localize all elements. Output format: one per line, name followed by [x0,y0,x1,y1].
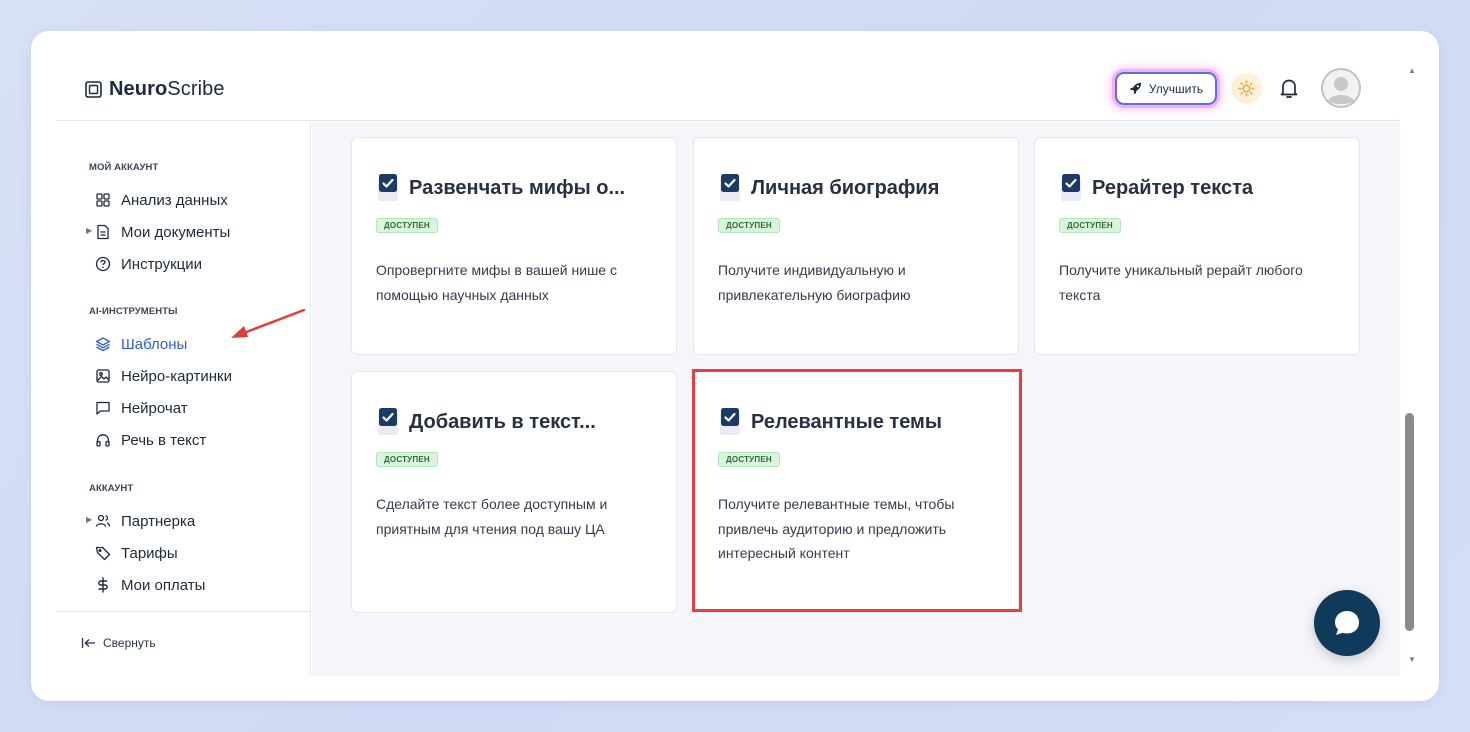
collapse-left-icon [81,638,95,648]
avatar[interactable] [1321,68,1361,108]
checkbox-note-icon [1061,174,1081,201]
sidebar-item-label: Тарифы [121,544,178,562]
sidebar-item-label: Мои документы [121,223,231,241]
status-badge: ДОСТУПЕН [376,452,438,467]
vertical-scrollbar[interactable]: ▲ ▼ [1400,57,1424,677]
card-title: Личная биография [751,176,940,199]
card-title: Развенчать мифы о... [409,176,626,199]
annotation-arrow-icon [231,308,306,338]
collapse-label: Свернуть [103,636,156,650]
sun-icon [1238,80,1255,97]
sidebar-item-templates[interactable]: Шаблоны [95,334,187,354]
upgrade-button[interactable]: Улучшить [1115,72,1217,105]
sidebar-divider [57,611,311,612]
template-card[interactable]: Личная биография ДОСТУПЕН Получите индив… [693,137,1019,355]
sidebar-item-partners[interactable]: Партнерка [95,511,195,531]
templates-grid: Развенчать мифы о... ДОСТУПЕН Опровергни… [312,122,1400,676]
checkbox-note-icon [378,408,398,435]
sidebar-item-neuro-chat[interactable]: Нейрочат [95,398,188,418]
layers-icon [95,337,111,352]
sidebar-item-label: Анализ данных [121,191,228,209]
user-avatar-icon [1321,68,1361,108]
template-card[interactable]: Добавить в текст... ДОСТУПЕН Сделайте те… [351,371,677,613]
section-title-my-account: МОЙ АККАУНТ [89,162,159,173]
sidebar-item-label: Партнерка [121,512,196,530]
logo-icon [85,81,102,98]
bell-icon[interactable] [1277,76,1301,100]
sidebar-item-speech-to-text[interactable]: Речь в текст [95,430,206,450]
dollar-icon [98,577,108,593]
sidebar-item-label: Нейрочат [121,399,188,417]
sidebar-item-my-payments[interactable]: Мои оплаты [95,575,205,595]
template-card[interactable]: Рерайтер текста ДОСТУПЕН Получите уникал… [1034,137,1360,355]
card-description: Получите уникальный рерайт любого текста [1059,262,1303,303]
collapse-sidebar-button[interactable]: Свернуть [81,636,156,650]
card-title: Рерайтер текста [1092,176,1253,199]
scroll-down-icon[interactable]: ▼ [1408,655,1416,664]
headphones-icon [96,434,110,447]
sidebar-item-instructions[interactable]: Инструкции [95,254,202,274]
scroll-up-icon[interactable]: ▲ [1408,66,1416,75]
sidebar: МОЙ АККАУНТ Анализ данных ▶ Мои документ… [57,122,311,676]
highlight-frame [692,369,1022,612]
sidebar-item-label: Речь в текст [121,431,207,449]
chat-icon [96,401,110,415]
upgrade-label: Улучшить [1148,81,1204,96]
document-icon [97,224,109,240]
section-title-account: АККАУНТ [89,483,134,494]
sidebar-item-my-documents[interactable]: Мои документы [95,222,230,242]
scrollbar-thumb[interactable] [1405,413,1414,631]
sidebar-item-label: Мои оплаты [121,576,206,594]
sidebar-item-neuro-images[interactable]: Нейро-картинки [95,366,232,386]
app-logo[interactable]: NeuroScribe [85,78,225,101]
expand-caret-icon[interactable]: ▶ [86,515,92,524]
section-title-ai-tools: AI-ИНСТРУМЕНТЫ [89,306,178,317]
chat-bubble-icon [1335,611,1359,635]
sidebar-item-label: Нейро-картинки [121,367,232,385]
expand-caret-icon[interactable]: ▶ [86,226,92,235]
sidebar-item-tariffs[interactable]: Тарифы [95,543,178,563]
users-icon [95,514,111,527]
card-description: Опровергните мифы в вашей нише с помощью… [376,262,617,303]
support-chat-button[interactable] [1314,590,1380,656]
checkbox-note-icon [720,174,740,201]
card-description: Получите индивидуальную и привлекательну… [718,262,911,303]
card-description: Сделайте текст более доступным и приятны… [376,496,608,537]
template-card[interactable]: Развенчать мифы о... ДОСТУПЕН Опровергни… [351,137,677,355]
sidebar-item-label: Шаблоны [121,335,188,353]
status-badge: ДОСТУПЕН [718,218,780,233]
sidebar-item-label: Инструкции [121,255,203,273]
status-badge: ДОСТУПЕН [1059,218,1121,233]
top-header: NeuroScribe Улучшить [57,31,1400,121]
grid-icon [96,193,110,207]
tag-icon [95,546,111,561]
card-title: Добавить в текст... [409,410,596,433]
app-window: NeuroScribe Улучшить МОЙ АККАУНТ Анализ … [31,31,1439,701]
status-badge: ДОСТУПЕН [376,218,438,233]
sidebar-item-data-analysis[interactable]: Анализ данных [95,190,228,210]
app-name: NeuroScribe [109,78,225,100]
image-icon [96,369,110,383]
theme-toggle-button[interactable] [1231,73,1262,104]
rocket-icon [1129,82,1141,95]
help-circle-icon [95,256,111,272]
checkbox-note-icon [378,174,398,201]
